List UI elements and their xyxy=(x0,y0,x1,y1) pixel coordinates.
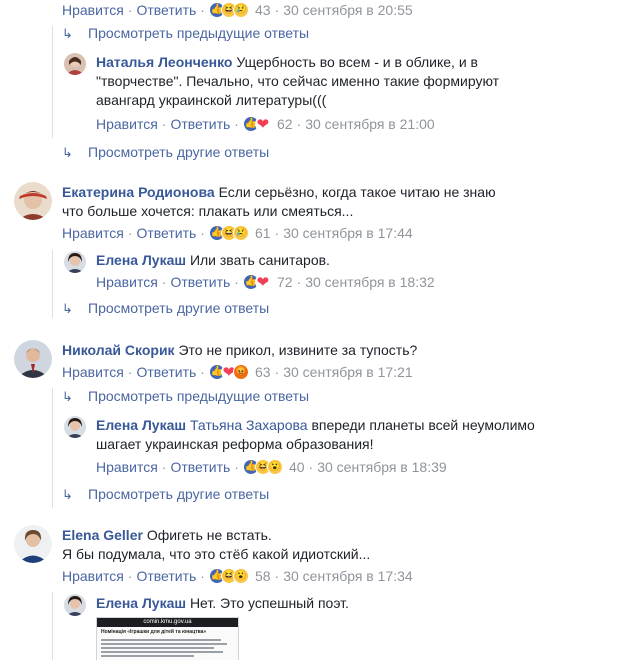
reaction-count[interactable]: 61 xyxy=(255,224,271,242)
reply-arrow-icon: ↳ xyxy=(62,145,73,160)
reply-link[interactable]: Ответить xyxy=(136,1,196,19)
comment-actions: Нравится · Ответить · 👍 😆 😢 43 · 30 сентябр… xyxy=(62,1,413,19)
author-name[interactable]: Наталья Леонченко xyxy=(96,54,232,70)
author-name[interactable]: Elena Geller xyxy=(62,527,143,543)
reply-link[interactable]: Ответить xyxy=(136,363,196,381)
reply-link[interactable]: Ответить xyxy=(170,458,230,476)
avatar[interactable] xyxy=(64,416,86,438)
sad-icon: 😢 xyxy=(232,2,249,18)
attachment-title: Номінація «Іграшки для дітей та юнацтва» xyxy=(101,629,207,635)
comment-text: Это не прикол, извините за тупость? xyxy=(178,342,418,358)
like-link[interactable]: Нравится xyxy=(96,115,158,133)
thread-line xyxy=(52,592,53,660)
timestamp[interactable]: 30 сентября в 21:00 xyxy=(305,115,434,133)
avatar[interactable] xyxy=(64,251,86,273)
reply-link[interactable]: Ответить xyxy=(170,115,230,133)
avatar[interactable] xyxy=(14,525,52,563)
comment-actions: Нравится · Ответить · 👍 😆 😢 61 · 30 сентябр… xyxy=(62,224,413,242)
like-link[interactable]: Нравится xyxy=(96,458,158,476)
reply-body: Елена Лукаш Татьяна Захарова впереди пла… xyxy=(96,416,566,454)
love-icon: ❤ xyxy=(254,273,271,291)
reply-link[interactable]: Ответить xyxy=(170,273,230,291)
view-more-replies[interactable]: ↳ Просмотреть другие ответы xyxy=(62,299,269,317)
like-link[interactable]: Нравится xyxy=(96,273,158,291)
reaction-icons[interactable]: 👍 ❤ xyxy=(242,274,271,290)
timestamp[interactable]: 30 сентября в 18:32 xyxy=(305,273,434,291)
comment-actions: Нравится · Ответить · 👍 😆 😮 58 · 30 сентябр… xyxy=(62,567,413,585)
author-name[interactable]: Елена Лукаш xyxy=(96,595,186,611)
reply-arrow-icon: ↳ xyxy=(62,26,73,41)
like-link[interactable]: Нравится xyxy=(62,363,124,381)
author-name[interactable]: Екатерина Родионова xyxy=(62,184,215,200)
reaction-icons[interactable]: 👍 ❤ xyxy=(242,116,271,132)
reaction-icons[interactable]: 👍 😆 😢 xyxy=(208,225,249,241)
wow-icon: 😮 xyxy=(266,459,283,475)
comment-actions: Нравится · Ответить · 👍 ❤ 😡 63 · 30 сентябр… xyxy=(62,363,413,381)
angry-icon: 😡 xyxy=(232,364,249,380)
like-link[interactable]: Нравится xyxy=(62,1,124,19)
comment-text-line-2: Я бы подумала, что это стёб какой идиотс… xyxy=(62,546,371,562)
reply-link[interactable]: Ответить xyxy=(136,567,196,585)
attachment-header: comin.kmu.gov.ua xyxy=(97,618,238,627)
reaction-count[interactable]: 72 xyxy=(277,273,293,291)
comment-actions: Нравится · Ответить · 👍 ❤ 62 · 30 сентября … xyxy=(96,115,435,133)
reply-arrow-icon: ↳ xyxy=(62,389,73,404)
reaction-count[interactable]: 40 xyxy=(289,458,305,476)
like-link[interactable]: Нравится xyxy=(62,567,124,585)
comment-text-line-1: Офигеть не встать. xyxy=(146,527,272,543)
attached-image[interactable]: comin.kmu.gov.ua Номінація «Іграшки для … xyxy=(96,617,239,660)
view-previous-replies[interactable]: ↳ Просмотреть предыдущие ответы xyxy=(62,24,309,42)
reaction-count[interactable]: 62 xyxy=(277,115,293,133)
timestamp[interactable]: 30 сентября в 17:21 xyxy=(283,363,412,381)
avatar[interactable] xyxy=(64,594,86,616)
reaction-icons[interactable]: 👍 😆 😮 xyxy=(242,459,283,475)
comment-text: Нет. Это успешный поэт. xyxy=(189,595,349,611)
view-previous-replies[interactable]: ↳ Просмотреть предыдущие ответы xyxy=(62,387,309,405)
wow-icon: 😮 xyxy=(232,568,249,584)
reaction-count[interactable]: 63 xyxy=(255,363,271,381)
attachment-text-lines xyxy=(97,639,238,657)
reaction-count[interactable]: 43 xyxy=(255,1,271,19)
thread-line xyxy=(52,26,53,138)
comment-actions: Нравится · Ответить · 👍 ❤ 72 · 30 сентября … xyxy=(96,273,435,291)
author-name[interactable]: Елена Лукаш xyxy=(96,252,186,268)
reply-link[interactable]: Ответить xyxy=(136,224,196,242)
reaction-icons[interactable]: 👍 😆 😮 xyxy=(208,568,249,584)
avatar[interactable] xyxy=(14,182,52,220)
comment-body: Николай Скорик Это не прикол, извините з… xyxy=(62,341,502,360)
view-more-replies[interactable]: ↳ Просмотреть другие ответы xyxy=(62,143,269,161)
tagged-user[interactable]: Татьяна Захарова xyxy=(190,417,308,433)
reply-body: Елена Лукаш Или звать санитаров. xyxy=(96,251,516,270)
comment-text: Или звать санитаров. xyxy=(189,252,330,268)
view-more-replies[interactable]: ↳ Просмотреть другие ответы xyxy=(62,485,269,503)
reply-body: Елена Лукаш Нет. Это успешный поэт. xyxy=(96,594,516,613)
reply-body: Наталья Леонченко Ущербность во всем - и… xyxy=(96,53,516,110)
reply-arrow-icon: ↳ xyxy=(62,487,73,502)
comment-body: Екатерина Родионова Если серьёзно, когда… xyxy=(62,183,502,221)
sad-icon: 😢 xyxy=(232,225,249,241)
thread-line xyxy=(52,388,53,508)
reaction-icons[interactable]: 👍 😆 😢 xyxy=(208,2,249,18)
comment-body: Elena Geller Офигеть не встать. Я бы под… xyxy=(62,526,502,564)
thread-line xyxy=(52,250,53,318)
avatar[interactable] xyxy=(14,340,52,378)
reaction-icons[interactable]: 👍 ❤ 😡 xyxy=(208,364,249,380)
love-icon: ❤ xyxy=(254,115,271,133)
comment-actions: Нравится · Ответить · 👍 😆 😮 40 · 30 сентябр… xyxy=(96,458,447,476)
timestamp[interactable]: 30 сентября в 17:34 xyxy=(283,567,412,585)
timestamp[interactable]: 30 сентября в 20:55 xyxy=(283,1,412,19)
reaction-count[interactable]: 58 xyxy=(255,567,271,585)
timestamp[interactable]: 30 сентября в 18:39 xyxy=(317,458,446,476)
timestamp[interactable]: 30 сентября в 17:44 xyxy=(283,224,412,242)
reply-arrow-icon: ↳ xyxy=(62,301,73,316)
author-name[interactable]: Николай Скорик xyxy=(62,342,175,358)
author-name[interactable]: Елена Лукаш xyxy=(96,417,186,433)
avatar[interactable] xyxy=(64,53,86,75)
like-link[interactable]: Нравится xyxy=(62,224,124,242)
